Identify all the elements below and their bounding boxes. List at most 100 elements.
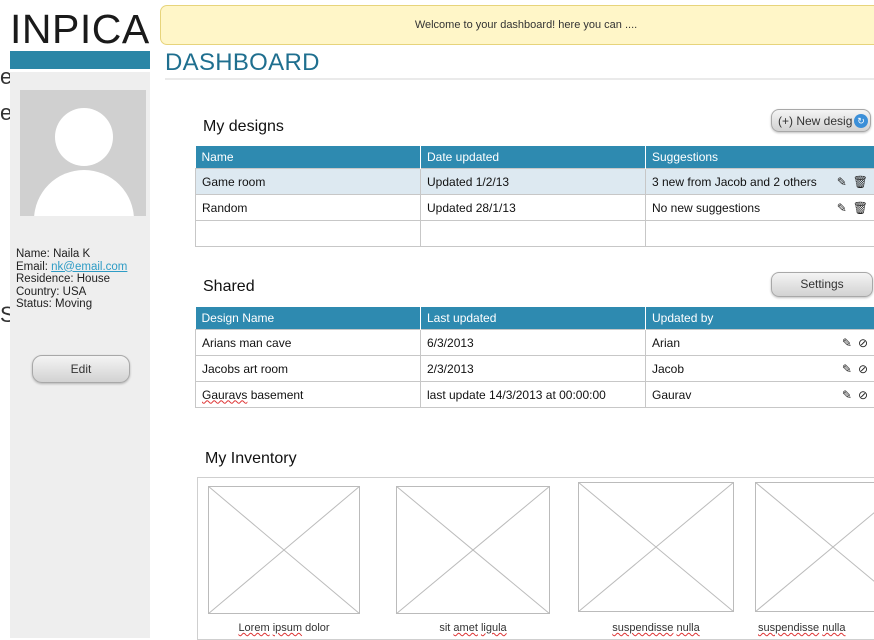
image-placeholder-icon — [578, 482, 734, 612]
page-title: DASHBOARD — [165, 49, 320, 77]
updated-by-cell: Arian ✎ ⊘ — [646, 330, 874, 356]
inventory-item[interactable] — [578, 482, 734, 612]
table-row[interactable]: Random Updated 28/1/13 No new suggestion… — [196, 195, 874, 221]
updated-by-text: Arian — [652, 336, 680, 350]
suggestions-cell: 3 new from Jacob and 2 others ✎ 🗑 — [646, 169, 874, 195]
label-word: dolor — [305, 622, 329, 634]
date-cell: 6/3/2013 — [421, 330, 646, 356]
date-cell: Updated 28/1/13 — [421, 195, 646, 221]
inventory-title: My Inventory — [205, 450, 297, 468]
profile-residence: House — [77, 273, 110, 285]
column-header[interactable]: Design Name — [196, 307, 421, 330]
eye-slash-icon[interactable]: ⊘ — [858, 363, 868, 375]
profile-residence-row: Residence: House — [16, 273, 127, 286]
avatar — [20, 90, 146, 216]
my-designs-table: Name Date updated Suggestions Game room … — [195, 146, 874, 247]
profile-status-row: Status: Moving — [16, 298, 127, 311]
profile-email-row: Email: nk@email.com — [16, 261, 127, 274]
updated-by-text: Gaurav — [652, 388, 691, 402]
design-name-cell[interactable]: Random — [196, 195, 421, 221]
design-name-cell[interactable]: Gauravs basement — [196, 382, 421, 408]
empty-cell — [646, 221, 874, 247]
column-header[interactable]: Last updated — [421, 307, 646, 330]
design-name-cell[interactable]: Arians man cave — [196, 330, 421, 356]
cursor-icon: ↻ — [854, 114, 868, 128]
label-word: nulla — [676, 622, 699, 634]
label-word: sit — [439, 622, 450, 634]
updated-by-text: Jacob — [652, 362, 684, 376]
brand-logo[interactable]: INPICA — [10, 6, 150, 53]
edit-icon[interactable]: ✎ — [837, 202, 847, 214]
profile-email-link[interactable]: nk@email.com — [51, 261, 127, 273]
inventory-item[interactable] — [396, 486, 550, 614]
design-name-misspelled: Gauravs — [202, 388, 247, 402]
shared-table: Design Name Last updated Updated by Aria… — [195, 307, 874, 408]
eye-slash-icon[interactable]: ⊘ — [858, 337, 868, 349]
profile-details: Name: Naila K Email: nk@email.com Reside… — [16, 248, 127, 311]
inventory-item-label: Lorem ipsum dolor — [208, 622, 360, 634]
settings-button[interactable]: Settings — [771, 272, 873, 297]
eye-slash-icon[interactable]: ⊘ — [858, 389, 868, 401]
logo-bar — [10, 51, 150, 69]
new-design-button[interactable]: (+) New desig ↻ — [771, 109, 871, 132]
empty-cell — [421, 221, 646, 247]
date-cell: last update 14/3/2013 at 00:00:00 — [421, 382, 646, 408]
profile-residence-label: Residence: — [16, 273, 74, 285]
column-header[interactable]: Name — [196, 146, 421, 169]
profile-name-row: Name: Naila K — [16, 248, 127, 261]
inventory-item-label: suspendisse nulla — [758, 622, 874, 634]
avatar-body-shape — [34, 170, 134, 216]
edit-icon[interactable]: ✎ — [842, 363, 852, 375]
profile-status: Moving — [55, 298, 92, 310]
table-row[interactable]: Jacobs art room 2/3/2013 Jacob ✎⊘ — [196, 356, 874, 382]
edit-icon[interactable]: ✎ — [842, 389, 852, 401]
my-designs-title: My designs — [203, 118, 284, 136]
inventory-item[interactable] — [208, 486, 360, 614]
profile-country: USA — [63, 286, 87, 298]
image-placeholder-icon — [208, 486, 360, 614]
profile-name-label: Name: — [16, 248, 50, 260]
new-design-label: (+) New desig — [778, 114, 852, 128]
table-row[interactable]: Arians man cave 6/3/2013 Arian ✎ ⊘ — [196, 330, 874, 356]
label-word: nulla — [822, 622, 845, 634]
edit-profile-button[interactable]: Edit — [32, 355, 130, 383]
avatar-head-shape — [55, 108, 113, 166]
image-placeholder-icon — [396, 486, 550, 614]
trash-icon[interactable]: 🗑 — [853, 176, 868, 188]
title-divider — [165, 78, 874, 80]
updated-by-cell: Gaurav ✎ ⊘ — [646, 382, 874, 408]
edit-icon[interactable]: ✎ — [842, 337, 852, 349]
updated-by-cell: Jacob ✎ ⊘ — [646, 356, 874, 382]
inventory-item-label: sit amet ligula — [396, 622, 550, 634]
table-row[interactable]: Gauravs basement last update 14/3/2013 a… — [196, 382, 874, 408]
edit-icon[interactable]: ✎ — [837, 176, 847, 188]
label-word: ipsum — [273, 622, 302, 634]
suggestions-text: 3 new from Jacob and 2 others — [652, 175, 817, 189]
profile-name: Naila K — [53, 248, 90, 260]
suggestions-cell: No new suggestions ✎ 🗑 — [646, 195, 874, 221]
table-header-row: Name Date updated Suggestions — [196, 146, 874, 169]
label-word: Lorem — [238, 622, 269, 634]
inventory-item[interactable] — [755, 482, 874, 612]
profile-email-label: Email: — [16, 261, 48, 273]
table-header-row: Design Name Last updated Updated by — [196, 307, 874, 330]
design-name-rest: basement — [247, 388, 303, 402]
column-header[interactable]: Suggestions — [646, 146, 874, 169]
label-word: ligula — [481, 622, 507, 634]
table-row-empty — [196, 221, 874, 247]
table-row[interactable]: Game room Updated 1/2/13 3 new from Jaco… — [196, 169, 874, 195]
trash-icon[interactable]: 🗑 — [853, 202, 868, 214]
image-placeholder-icon — [755, 482, 874, 612]
column-header[interactable]: Date updated — [421, 146, 646, 169]
design-name-cell[interactable]: Jacobs art room — [196, 356, 421, 382]
inventory-panel: Lorem ipsum dolor sit amet ligula suspen… — [197, 477, 874, 640]
profile-country-label: Country: — [16, 286, 59, 298]
inventory-item-label: suspendisse nulla — [578, 622, 734, 634]
profile-country-row: Country: USA — [16, 286, 127, 299]
column-header[interactable]: Updated by — [646, 307, 874, 330]
shared-title: Shared — [203, 278, 255, 296]
design-name-cell[interactable]: Game room — [196, 169, 421, 195]
profile-status-label: Status: — [16, 298, 52, 310]
suggestions-text: No new suggestions — [652, 201, 760, 215]
date-cell: Updated 1/2/13 — [421, 169, 646, 195]
